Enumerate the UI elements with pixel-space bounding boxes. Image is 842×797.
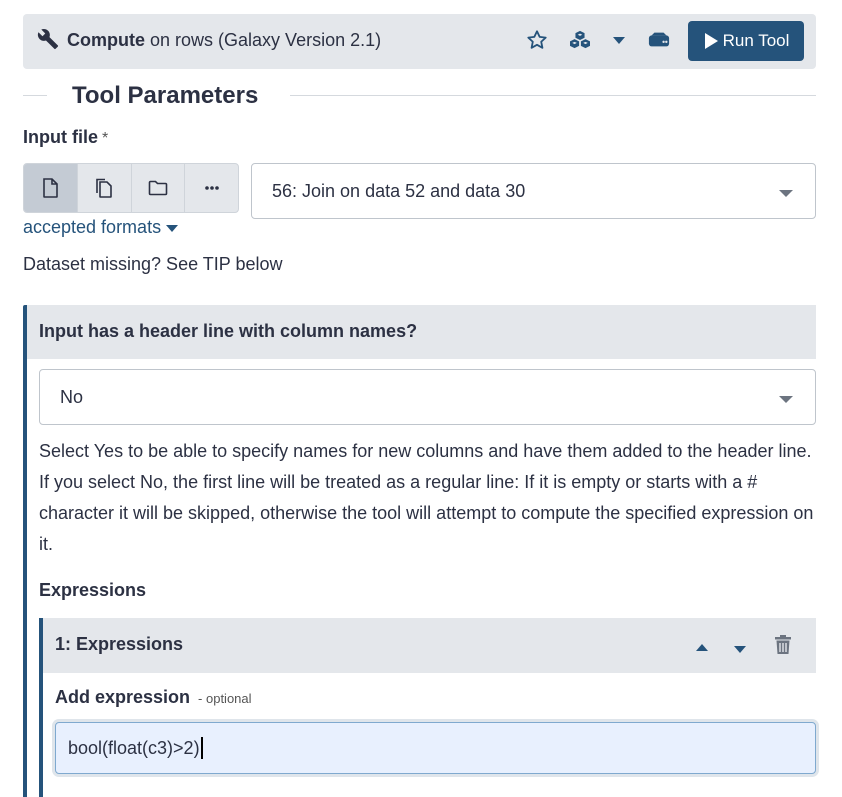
single-dataset-button[interactable] <box>24 164 78 212</box>
run-tool-button[interactable]: Run Tool <box>688 21 804 61</box>
header-line-help: Select Yes to be able to specify names f… <box>39 441 814 554</box>
add-expression-label-text: Add expression <box>55 687 191 707</box>
input-file-select[interactable]: 56: Join on data 52 and data 30 <box>251 163 816 219</box>
files-icon <box>96 178 112 198</box>
tool-subtitle: on rows (Galaxy Version 2.1) <box>150 30 382 50</box>
move-down-icon[interactable] <box>734 641 746 659</box>
input-file-label: Input file * <box>23 127 108 148</box>
star-icon[interactable] <box>525 28 549 52</box>
trash-icon[interactable] <box>775 635 791 660</box>
dataset-missing-hint: Dataset missing? See TIP below <box>23 254 283 274</box>
expressions-label: Expressions <box>39 580 147 600</box>
storage-icon[interactable] <box>647 28 671 52</box>
header-line-select[interactable]: No <box>39 369 816 425</box>
section-rule-left <box>23 95 47 96</box>
input-source-button-group <box>23 163 239 213</box>
input-file-selected: 56: Join on data 52 and data 30 <box>272 180 526 201</box>
run-tool-label: Run Tool <box>722 31 790 50</box>
file-icon <box>43 178 59 198</box>
section-title: Tool Parameters <box>72 82 259 109</box>
chevron-down-icon <box>779 190 793 197</box>
folder-icon <box>148 180 168 196</box>
ellipsis-icon <box>204 186 219 190</box>
expression-input[interactable]: bool(float(c3)>2) <box>55 722 816 774</box>
optional-tag: - optional <box>198 691 252 706</box>
add-expression-label: Add expression - optional <box>55 687 252 708</box>
expression-value: bool(float(c3)>2) <box>68 737 200 758</box>
input-file-label-text: Input file <box>23 127 98 147</box>
cubes-icon[interactable] <box>568 28 592 52</box>
accepted-formats-label: accepted formats <box>23 217 162 237</box>
dataset-collection-button[interactable] <box>132 164 186 212</box>
dropdown-caret-icon[interactable] <box>607 28 631 52</box>
header-line-selected: No <box>60 386 84 407</box>
caret-down-icon <box>166 225 179 232</box>
wrench-icon <box>37 28 59 50</box>
section-rule-right <box>290 95 816 96</box>
accepted-formats-toggle[interactable]: accepted formats <box>23 217 179 238</box>
repeat-title: 1: Expressions <box>55 634 184 654</box>
repeat-header: 1: Expressions <box>43 618 816 673</box>
header-line-label: Input has a header line with column name… <box>39 321 418 341</box>
play-icon <box>704 33 718 49</box>
required-mark: * <box>102 130 109 147</box>
more-options-button[interactable] <box>185 164 238 212</box>
tool-header: Compute on rows (Galaxy Version 2.1) Run… <box>23 14 816 69</box>
text-cursor <box>200 737 203 759</box>
chevron-down-icon <box>779 396 793 403</box>
tool-title: Compute on rows (Galaxy Version 2.1) <box>67 30 381 51</box>
move-up-icon[interactable] <box>696 639 708 657</box>
conditional-border <box>23 305 27 797</box>
tool-name: Compute <box>67 30 145 50</box>
multiple-datasets-button[interactable] <box>78 164 132 212</box>
